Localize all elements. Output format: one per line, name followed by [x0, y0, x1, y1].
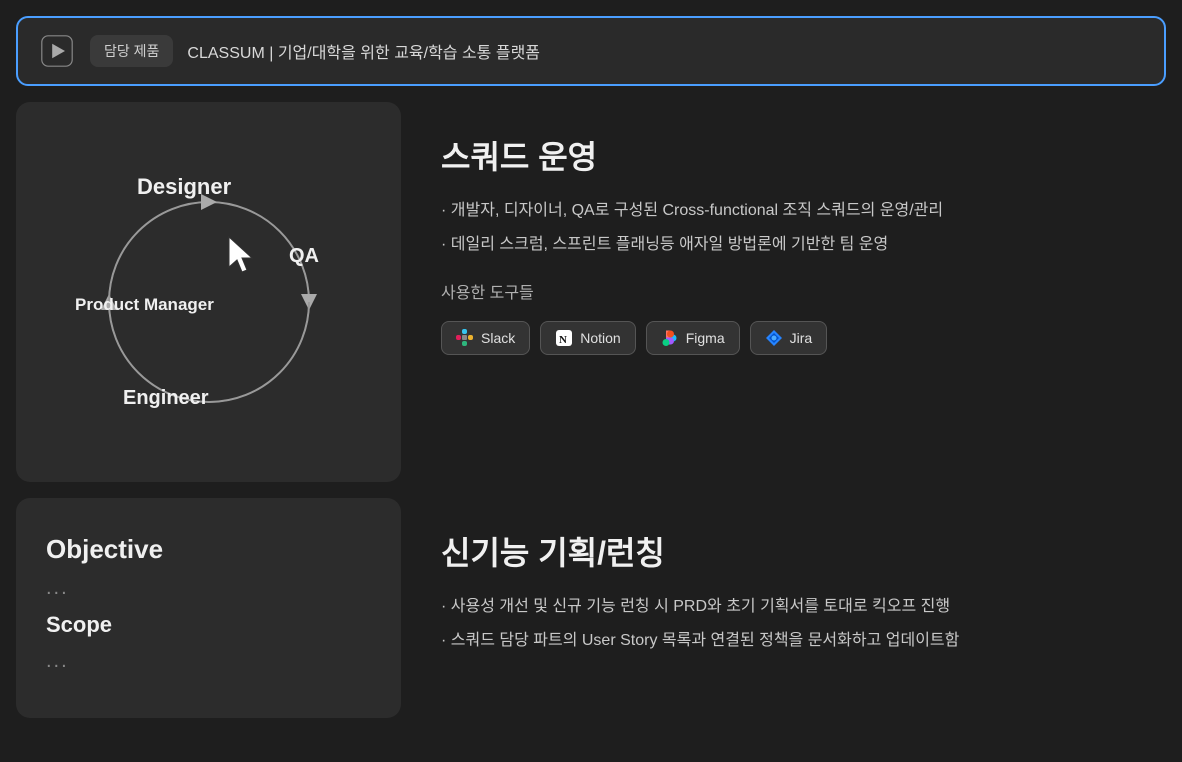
tool-slack[interactable]: Slack [441, 321, 530, 355]
feature-bullet-1: 사용성 개선 및 신규 기능 런칭 시 PRD와 초기 기획서를 토대로 킥오프… [441, 594, 1126, 620]
top-bar: 담당 제품 CLASSUM | 기업/대학을 위한 교육/학습 소통 플랫폼 [16, 16, 1166, 86]
notion-label: Notion [580, 330, 620, 346]
tool-figma[interactable]: Figma [646, 321, 740, 355]
figma-label: Figma [686, 330, 725, 346]
play-icon [38, 32, 76, 70]
jira-label: Jira [790, 330, 813, 346]
feature-card: Objective ... Scope ... [16, 498, 401, 718]
squad-bullet-1: 개발자, 디자이너, QA로 구성된 Cross-functional 조직 스… [441, 198, 1126, 224]
feature-bullets: 사용성 개선 및 신규 기능 런칭 시 PRD와 초기 기획서를 토대로 킥오프… [441, 594, 1126, 653]
svg-text:QA: QA [289, 245, 319, 267]
tool-notion[interactable]: N Notion [540, 321, 635, 355]
squad-diagram: Designer QA Product Manager Engineer [59, 142, 359, 442]
scope-label: Scope [46, 612, 371, 638]
scope-dots: ... [46, 650, 371, 673]
objective-dots: ... [46, 577, 371, 600]
squad-bullets: 개발자, 디자이너, QA로 구성된 Cross-functional 조직 스… [441, 198, 1126, 257]
svg-text:Product Manager: Product Manager [75, 295, 214, 314]
slack-icon [456, 329, 474, 347]
tools-row: Slack N Notion [441, 321, 1126, 355]
squad-content: 스쿼드 운영 개발자, 디자이너, QA로 구성된 Cross-function… [401, 102, 1166, 385]
section-feature: Objective ... Scope ... 신기능 기획/런칭 사용성 개선… [16, 498, 1166, 718]
tools-label: 사용한 도구들 [441, 279, 1126, 303]
section-squad: Designer QA Product Manager Engineer 스쿼드… [16, 102, 1166, 482]
squad-title: 스쿼드 운영 [441, 132, 1126, 178]
svg-text:Designer: Designer [137, 174, 232, 199]
svg-text:N: N [559, 334, 567, 346]
squad-diagram-card: Designer QA Product Manager Engineer [16, 102, 401, 482]
tag-pill[interactable]: 담당 제품 [90, 35, 173, 67]
feature-title: 신기능 기획/런칭 [441, 528, 1126, 574]
feature-bullet-2: 스쿼드 담당 파트의 User Story 목록과 연결된 정책을 문서화하고 … [441, 628, 1126, 654]
svg-text:Engineer: Engineer [123, 387, 209, 409]
notion-icon: N [555, 329, 573, 347]
header-title: CLASSUM | 기업/대학을 위한 교육/학습 소통 플랫폼 [187, 39, 540, 63]
tool-jira[interactable]: Jira [750, 321, 828, 355]
feature-content: 신기능 기획/런칭 사용성 개선 및 신규 기능 런칭 시 PRD와 초기 기획… [401, 498, 1166, 683]
objective-label: Objective [46, 534, 371, 565]
figma-icon [661, 329, 679, 347]
slack-label: Slack [481, 330, 515, 346]
squad-bullet-2: 데일리 스크럼, 스프린트 플래닝등 애자일 방법론에 기반한 팀 운영 [441, 232, 1126, 258]
jira-icon [765, 329, 783, 347]
